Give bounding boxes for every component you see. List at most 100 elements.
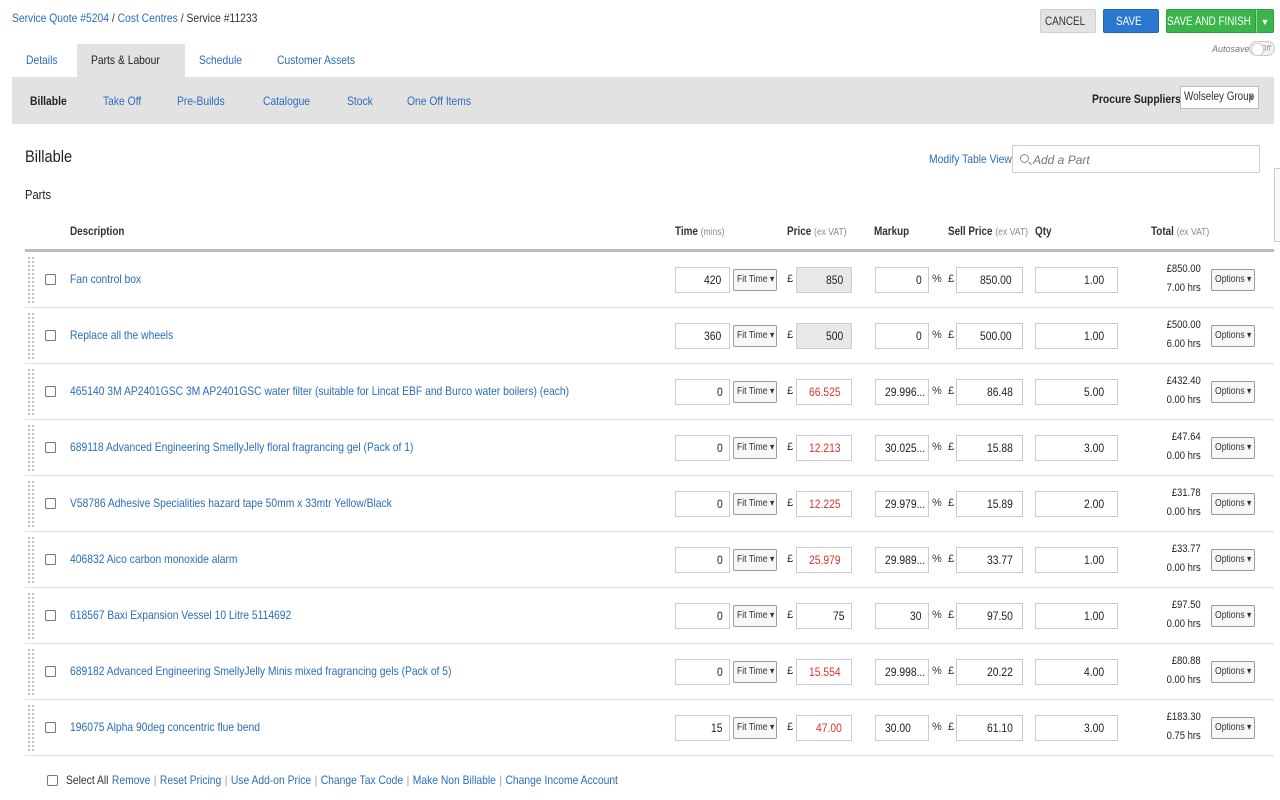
- options-dropdown[interactable]: Options ▾: [1211, 605, 1255, 627]
- markup-input[interactable]: 0: [875, 267, 929, 293]
- drag-handle-icon[interactable]: [27, 368, 35, 416]
- markup-input[interactable]: 29.979...: [875, 491, 929, 517]
- price-input[interactable]: 12.225: [796, 491, 852, 517]
- price-override-checkbox[interactable]: [45, 442, 56, 453]
- time-type-select[interactable]: Fit Time ▾: [733, 437, 777, 459]
- sell-price-input[interactable]: 15.89: [956, 491, 1023, 517]
- part-description-link[interactable]: 196075 Alpha 90deg concentric flue bend: [70, 720, 291, 734]
- sell-price-input[interactable]: 97.50: [956, 603, 1023, 629]
- sell-price-input[interactable]: 850.00: [956, 267, 1023, 293]
- time-type-select[interactable]: Fit Time ▾: [733, 605, 777, 627]
- drag-handle-icon[interactable]: [27, 592, 35, 640]
- time-type-select[interactable]: Fit Time ▾: [733, 549, 777, 571]
- options-dropdown[interactable]: Options ▾: [1211, 269, 1255, 291]
- tab-schedule[interactable]: Schedule: [185, 44, 263, 77]
- sell-price-input[interactable]: 33.77: [956, 547, 1023, 573]
- time-type-select[interactable]: Fit Time ▾: [733, 381, 777, 403]
- bulk-action-link-change-income-account[interactable]: Change Income Account: [505, 773, 617, 787]
- time-input[interactable]: 0: [675, 435, 730, 461]
- markup-input[interactable]: 30.025...: [875, 435, 929, 461]
- save-and-finish-button[interactable]: SAVE AND FINISH: [1166, 9, 1256, 33]
- add-part-input[interactable]: [1033, 150, 1253, 169]
- time-input[interactable]: 0: [675, 491, 730, 517]
- qty-input[interactable]: 1.00: [1035, 323, 1118, 349]
- subtab-pre-builds[interactable]: Pre-Builds: [177, 94, 225, 108]
- part-description-link[interactable]: V58786 Adhesive Specialities hazard tape…: [70, 496, 444, 510]
- price-input[interactable]: 75: [796, 603, 852, 629]
- price-input[interactable]: 47.00: [796, 715, 852, 741]
- tab-details[interactable]: Details: [12, 44, 77, 77]
- price-override-checkbox[interactable]: [45, 666, 56, 677]
- part-description-link[interactable]: 465140 3M AP2401GSC 3M AP2401GSC water f…: [70, 384, 650, 398]
- save-button[interactable]: SAVE: [1103, 9, 1159, 33]
- qty-input[interactable]: 3.00: [1035, 715, 1118, 741]
- price-override-checkbox[interactable]: [45, 722, 56, 733]
- breadcrumb-service-quote[interactable]: Service Quote #5204: [12, 11, 109, 25]
- subtab-catalogue[interactable]: Catalogue: [263, 94, 310, 108]
- time-input[interactable]: 0: [675, 547, 730, 573]
- markup-input[interactable]: 29.998...: [875, 659, 929, 685]
- subtab-billable[interactable]: Billable: [30, 94, 67, 108]
- tab-customer-assets[interactable]: Customer Assets: [263, 44, 382, 77]
- qty-input[interactable]: 2.00: [1035, 491, 1118, 517]
- modify-table-view-link[interactable]: Modify Table View: [929, 152, 1012, 166]
- price-override-checkbox[interactable]: [45, 498, 56, 509]
- price-override-checkbox[interactable]: [45, 554, 56, 565]
- time-input[interactable]: 360: [675, 323, 730, 349]
- sell-price-input[interactable]: 15.88: [956, 435, 1023, 461]
- subtab-one-off-items[interactable]: One Off Items: [407, 94, 471, 108]
- price-override-checkbox[interactable]: [45, 274, 56, 285]
- cancel-button[interactable]: CANCEL: [1040, 9, 1096, 33]
- price-input[interactable]: 500: [796, 323, 852, 349]
- select-all-label[interactable]: Select All: [66, 773, 108, 787]
- sell-price-input[interactable]: 20.22: [956, 659, 1023, 685]
- markup-input[interactable]: 30: [875, 603, 929, 629]
- qty-input[interactable]: 1.00: [1035, 547, 1118, 573]
- part-description-link[interactable]: Fan control box: [70, 272, 153, 286]
- sell-price-input[interactable]: 500.00: [956, 323, 1023, 349]
- bulk-action-link-change-tax-code[interactable]: Change Tax Code: [321, 773, 403, 787]
- breadcrumb-cost-centres[interactable]: Cost Centres: [118, 11, 178, 25]
- time-input[interactable]: 15: [675, 715, 730, 741]
- options-dropdown[interactable]: Options ▾: [1211, 661, 1255, 683]
- time-input[interactable]: 420: [675, 267, 730, 293]
- price-input[interactable]: 850: [796, 267, 852, 293]
- bulk-action-link-use-add-on-price[interactable]: Use Add-on Price: [231, 773, 311, 787]
- drag-handle-icon[interactable]: [27, 536, 35, 584]
- drag-handle-icon[interactable]: [27, 312, 35, 360]
- markup-input[interactable]: 30.00: [875, 715, 929, 741]
- options-dropdown[interactable]: Options ▾: [1211, 549, 1255, 571]
- time-type-select[interactable]: Fit Time ▾: [733, 661, 777, 683]
- subtab-take-off[interactable]: Take Off: [103, 94, 141, 108]
- qty-input[interactable]: 1.00: [1035, 267, 1118, 293]
- markup-input[interactable]: 29.989...: [875, 547, 929, 573]
- save-options-dropdown[interactable]: ▼: [1256, 9, 1274, 33]
- price-input[interactable]: 25.979: [796, 547, 852, 573]
- markup-input[interactable]: 0: [875, 323, 929, 349]
- time-input[interactable]: 0: [675, 603, 730, 629]
- price-input[interactable]: 66.525: [796, 379, 852, 405]
- part-description-link[interactable]: 689182 Advanced Engineering SmellyJelly …: [70, 664, 514, 678]
- bulk-action-link-make-non-billable[interactable]: Make Non Billable: [413, 773, 496, 787]
- options-dropdown[interactable]: Options ▾: [1211, 717, 1255, 739]
- add-part-search[interactable]: [1012, 145, 1260, 173]
- part-description-link[interactable]: 689118 Advanced Engineering SmellyJelly …: [70, 440, 469, 454]
- drag-handle-icon[interactable]: [27, 424, 35, 472]
- price-override-checkbox[interactable]: [45, 610, 56, 621]
- time-input[interactable]: 0: [675, 379, 730, 405]
- procure-suppliers-select[interactable]: Wolseley Group ▼: [1180, 86, 1259, 109]
- time-input[interactable]: 0: [675, 659, 730, 685]
- tab-parts-labour[interactable]: Parts & Labour: [76, 44, 185, 77]
- drag-handle-icon[interactable]: [27, 704, 35, 752]
- price-override-checkbox[interactable]: [45, 330, 56, 341]
- drag-handle-icon[interactable]: [27, 480, 35, 528]
- autosave-toggle[interactable]: Off: [1249, 41, 1275, 56]
- subtab-stock[interactable]: Stock: [347, 94, 373, 108]
- drag-handle-icon[interactable]: [27, 648, 35, 696]
- qty-input[interactable]: 4.00: [1035, 659, 1118, 685]
- options-dropdown[interactable]: Options ▾: [1211, 381, 1255, 403]
- part-description-link[interactable]: 406832 Aico carbon monoxide alarm: [70, 552, 265, 566]
- bulk-action-link-reset-pricing[interactable]: Reset Pricing: [160, 773, 221, 787]
- sell-price-input[interactable]: 61.10: [956, 715, 1023, 741]
- select-all-checkbox[interactable]: [47, 775, 58, 786]
